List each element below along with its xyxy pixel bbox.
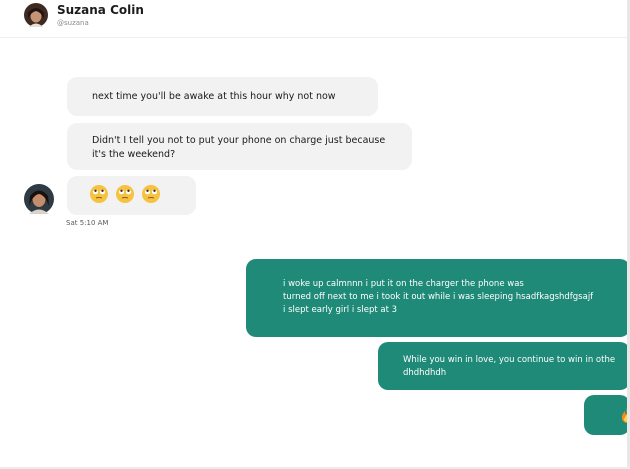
message-line: i woke up calmnnn i put it on the charge… — [283, 279, 524, 289]
contact-handle: @suzana — [57, 19, 89, 27]
message-text: i woke up calmnnn i put it on the charge… — [283, 278, 628, 317]
contact-name: Suzana Colin — [57, 3, 144, 17]
outgoing-message[interactable]: i woke up calmnnn i put it on the charge… — [246, 259, 630, 337]
conversation-header: Suzana Colin @suzana — [0, 0, 630, 38]
message-line: dhdhdhdh — [403, 368, 447, 378]
message-line: turned off next to me i took it out whil… — [283, 292, 594, 302]
message-text: While you win in love, you continue to w… — [403, 354, 630, 380]
incoming-message[interactable]: next time you'll be awake at this hour w… — [67, 77, 378, 116]
outgoing-emoji-message[interactable] — [584, 395, 630, 435]
rolling-eyes-emoji-icon — [90, 185, 108, 203]
message-line: i slept early girl i slept at 3 — [283, 305, 398, 315]
outgoing-message[interactable]: While you win in love, you continue to w… — [378, 342, 630, 390]
sender-avatar[interactable] — [24, 184, 54, 214]
rolling-eyes-emoji-icon — [116, 185, 134, 203]
message-timestamp: Sat 5:10 AM — [66, 219, 109, 227]
message-text: Didn't I tell you not to put your phone … — [92, 135, 386, 160]
chat-window: Suzana Colin @suzana next time you'll be… — [0, 0, 630, 469]
message-text: next time you'll be awake at this hour w… — [92, 91, 336, 102]
rolling-eyes-emoji-icon — [142, 185, 160, 203]
message-line: While you win in love, you continue to w… — [403, 355, 616, 365]
incoming-message[interactable]: Didn't I tell you not to put your phone … — [67, 123, 412, 170]
contact-avatar[interactable] — [24, 3, 48, 27]
